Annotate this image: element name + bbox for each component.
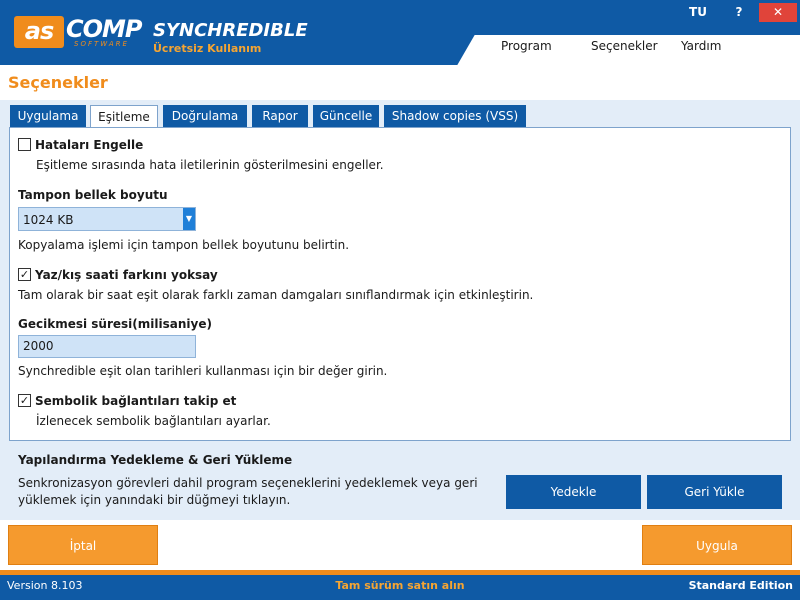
ascomp-logo: as COMP SOFTWARE (14, 16, 142, 48)
menu-bar: Program Seçenekler Yardım (476, 35, 800, 65)
tab-update[interactable]: Güncelle (313, 105, 379, 127)
buy-full-version-link[interactable]: Tam sürüm satın alın (0, 575, 800, 597)
language-button[interactable]: TU (679, 3, 717, 22)
menu-help[interactable]: Yardım (681, 39, 721, 53)
apply-button[interactable]: Uygula (642, 525, 792, 565)
app-title: SYNCHREDIBLE (153, 20, 308, 41)
ignore-dst-desc: Tam olarak bir saat eşit olarak farklı z… (18, 288, 534, 302)
menu-options[interactable]: Seçenekler (591, 39, 658, 53)
app-subtitle: Ücretsiz Kullanım (153, 42, 262, 55)
buffer-size-desc: Kopyalama işlemi için tampon bellek boyu… (18, 238, 350, 252)
suppress-errors-desc: Eşitleme sırasında hata iletilerinin gös… (36, 158, 384, 172)
tab-shadow-copies[interactable]: Shadow copies (VSS) (384, 105, 526, 127)
close-icon: ✕ (772, 5, 784, 19)
delay-input[interactable]: 2000 (18, 335, 196, 358)
help-button[interactable]: ? (723, 3, 755, 22)
page-title: Seçenekler (8, 73, 108, 92)
follow-symlinks-checkbox[interactable]: ✓ (18, 394, 31, 407)
backup-desc-line1: Senkronizasyon görevleri dahil program s… (18, 476, 478, 490)
tab-verify[interactable]: Doğrulama (163, 105, 247, 127)
tab-sync[interactable]: Eşitleme (90, 105, 158, 128)
logo-mark: as (14, 16, 64, 48)
status-bar: Version 8.103 Tam sürüm satın alın Stand… (0, 575, 800, 600)
buffer-size-value: 1024 KB (23, 213, 74, 227)
cancel-button[interactable]: İptal (8, 525, 158, 565)
buffer-size-select[interactable]: 1024 KB ▼ (18, 207, 196, 231)
backup-section-title: Yapılandırma Yedekleme & Geri Yükleme (18, 453, 293, 467)
tab-application[interactable]: Uygulama (10, 105, 86, 127)
delay-label: Gecikmesi süresi(milisaniye) (18, 317, 212, 331)
logo-text: COMP (66, 15, 142, 43)
menu-program[interactable]: Program (501, 39, 552, 53)
app-header: as COMP SOFTWARE SYNCHREDIBLE Ücretsiz K… (0, 0, 800, 65)
follow-symlinks-desc: İzlenecek sembolik bağlantıları ayarlar. (36, 414, 271, 428)
tab-report[interactable]: Rapor (252, 105, 308, 127)
follow-symlinks-label: Sembolik bağlantıları takip et (35, 394, 237, 408)
suppress-errors-checkbox[interactable] (18, 138, 31, 151)
backup-desc-line2: yüklemek için yanındaki bir düğmeyi tıkl… (18, 493, 291, 507)
close-button[interactable]: ✕ (759, 3, 797, 22)
backup-button[interactable]: Yedekle (506, 475, 641, 509)
logo-sub: SOFTWARE (74, 40, 129, 48)
chevron-down-icon: ▼ (183, 208, 195, 230)
backup-section-desc: Senkronizasyon görevleri dahil program s… (18, 475, 478, 509)
restore-button[interactable]: Geri Yükle (647, 475, 782, 509)
ignore-dst-label: Yaz/kış saati farkını yoksay (35, 268, 218, 282)
edition-text: Standard Edition (688, 579, 793, 592)
delay-desc: Synchredible eşit olan tarihleri kullanm… (18, 364, 388, 378)
ignore-dst-checkbox[interactable]: ✓ (18, 268, 31, 281)
buffer-size-label: Tampon bellek boyutu (18, 188, 168, 202)
suppress-errors-label: Hataları Engelle (35, 138, 144, 152)
